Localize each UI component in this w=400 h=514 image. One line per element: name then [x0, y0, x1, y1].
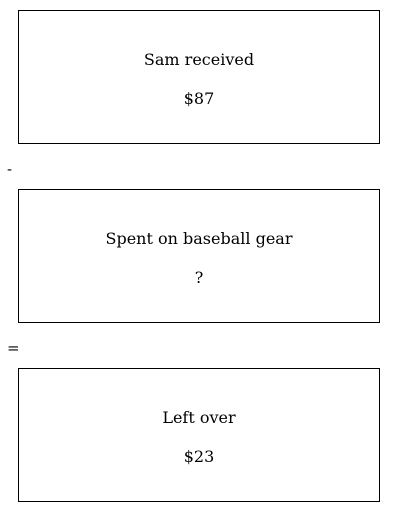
left-over-box: Left over $23: [18, 368, 380, 502]
received-box: Sam received $87: [18, 10, 380, 144]
minus-operator: -: [7, 160, 13, 178]
left-over-label: Left over: [162, 408, 236, 427]
received-value: $87: [183, 89, 215, 108]
spent-label: Spent on baseball gear: [105, 229, 293, 248]
spent-box: Spent on baseball gear ?: [18, 189, 380, 323]
left-over-value: $23: [183, 447, 215, 466]
received-label: Sam received: [143, 50, 255, 69]
equals-operator: =: [7, 339, 20, 357]
spent-value: ?: [194, 268, 204, 287]
